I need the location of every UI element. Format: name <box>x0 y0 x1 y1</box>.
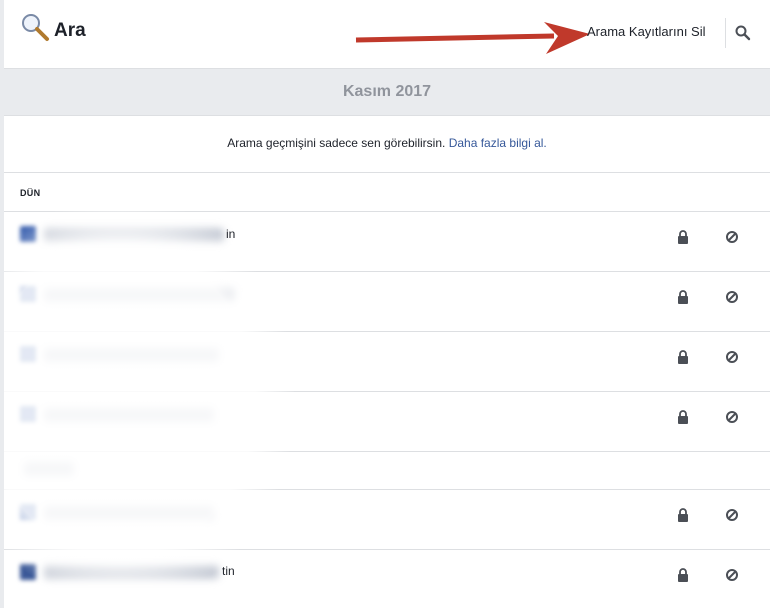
list-item[interactable] <box>4 272 770 332</box>
redacted-text <box>44 348 219 362</box>
profile-icon <box>20 226 36 242</box>
lock-icon[interactable] <box>676 230 690 244</box>
facebook-page-icon <box>20 564 36 580</box>
annotation-arrow <box>355 22 590 54</box>
list-item[interactable] <box>4 392 770 452</box>
hide-circle-icon[interactable] <box>725 568 739 582</box>
list-item[interactable]: in <box>4 212 770 272</box>
learn-more-link[interactable]: Daha fazla bilgi al. <box>449 136 547 150</box>
lock-icon[interactable] <box>676 410 690 424</box>
hide-circle-icon[interactable] <box>725 350 739 364</box>
day-label: DÜN <box>20 188 41 198</box>
profile-icon <box>20 346 36 362</box>
privacy-notice: Arama geçmişini sadece sen görebilirsin.… <box>4 116 770 173</box>
redacted-text <box>24 462 74 476</box>
day-header: DÜN <box>4 173 770 212</box>
redacted-text <box>44 288 234 302</box>
entry-suffix: in <box>226 227 236 241</box>
lock-icon[interactable] <box>676 350 690 364</box>
list-item[interactable] <box>4 452 770 490</box>
profile-icon <box>20 406 36 422</box>
header: Ara Arama Kayıtlarını Sil <box>4 0 770 69</box>
notice-text-wrap: Arama geçmişini sadece sen görebilirsin.… <box>4 136 770 150</box>
redacted-text <box>44 408 214 422</box>
hide-circle-icon[interactable] <box>725 230 739 244</box>
magnifier-icon <box>22 14 49 41</box>
notice-text: Arama geçmişini sadece sen görebilirsin. <box>227 136 446 150</box>
page-title: Ara <box>54 20 86 41</box>
clear-searches-button[interactable]: Arama Kayıtlarını Sil <box>587 24 706 39</box>
redacted-text <box>44 506 214 520</box>
profile-icon <box>20 286 36 302</box>
hide-circle-icon[interactable] <box>725 508 739 522</box>
list-item[interactable] <box>4 490 770 550</box>
list-item[interactable]: tin <box>4 550 770 608</box>
hide-circle-icon[interactable] <box>725 290 739 304</box>
hide-circle-icon[interactable] <box>725 410 739 424</box>
list-item[interactable] <box>4 332 770 392</box>
profile-icon <box>20 504 36 520</box>
lock-icon[interactable] <box>676 508 690 522</box>
month-header: Kasım 2017 <box>4 69 770 116</box>
lock-icon[interactable] <box>676 568 690 582</box>
redacted-text <box>44 565 219 579</box>
activity-log-page: Ara Arama Kayıtlarını Sil Kasım 2017 Ara… <box>4 0 770 608</box>
search-icon[interactable] <box>734 24 752 42</box>
entry-suffix: tin <box>222 564 235 578</box>
header-divider <box>725 18 726 48</box>
redacted-text <box>44 228 224 242</box>
lock-icon[interactable] <box>676 290 690 304</box>
month-label: Kasım 2017 <box>342 83 432 100</box>
